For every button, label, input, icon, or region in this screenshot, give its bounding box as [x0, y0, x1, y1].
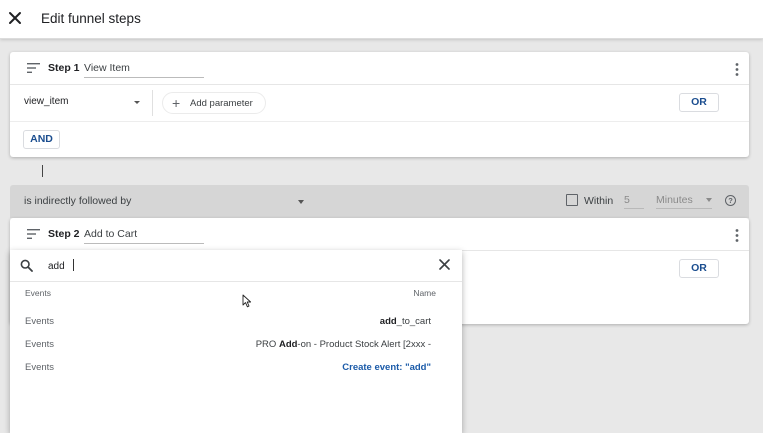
- step-1-header: Step 1 View Item: [10, 52, 749, 85]
- event-search-dropdown: Events Name Events add_to_cart Events PR…: [10, 250, 462, 433]
- dialog-header: Edit funnel steps: [0, 0, 763, 39]
- event-type: Events: [25, 316, 55, 327]
- within-value-input[interactable]: 5: [624, 194, 644, 209]
- event-type: Events: [25, 362, 55, 373]
- search-icon: [20, 259, 33, 272]
- time-unit-value: Minutes: [656, 194, 693, 206]
- dialog-title: Edit funnel steps: [41, 11, 141, 26]
- drag-lines-icon[interactable]: [27, 228, 40, 240]
- create-event-link: Create event: "add": [342, 362, 431, 373]
- event-search-input[interactable]: [48, 259, 428, 273]
- divider: [10, 281, 462, 282]
- column-header-name: Name: [413, 288, 436, 298]
- event-option[interactable]: Events PRO Add-on - Product Stock Alert …: [10, 334, 462, 356]
- text-cursor: [73, 259, 74, 271]
- event-name: add_to_cart: [379, 316, 431, 327]
- divider: [10, 121, 749, 122]
- event-select[interactable]: view_item: [24, 96, 144, 112]
- time-unit-select[interactable]: Minutes: [656, 194, 712, 209]
- chevron-down-icon: [298, 200, 304, 204]
- plus-icon: +: [172, 95, 181, 111]
- event-select-value: view_item: [24, 96, 69, 107]
- or-button[interactable]: OR: [679, 259, 719, 278]
- more-options-icon[interactable]: [735, 63, 739, 76]
- event-type: Events: [25, 339, 55, 350]
- step-2-name-input[interactable]: Add to Cart: [84, 228, 204, 244]
- column-header-type: Events: [25, 288, 51, 298]
- or-button[interactable]: OR: [679, 93, 719, 112]
- help-icon[interactable]: ?: [725, 195, 736, 206]
- create-event-option[interactable]: Events Create event: "add": [10, 357, 462, 379]
- step-2-header: Step 2 Add to Cart: [10, 218, 749, 251]
- add-parameter-label: Add parameter: [190, 98, 253, 109]
- divider: [152, 90, 153, 116]
- mouse-pointer-icon: [242, 294, 252, 308]
- drag-lines-icon[interactable]: [27, 62, 40, 74]
- step-2-label: Step 2: [48, 228, 80, 240]
- step-1-label: Step 1: [48, 62, 80, 74]
- clear-icon[interactable]: [439, 259, 450, 270]
- and-button[interactable]: AND: [23, 130, 60, 149]
- add-parameter-button[interactable]: + Add parameter: [162, 92, 266, 114]
- step-connector: is indirectly followed by Within 5 Minut…: [10, 185, 749, 218]
- more-options-icon[interactable]: [735, 229, 739, 242]
- step-1-card: Step 1 View Item view_item + Add paramet…: [10, 52, 749, 157]
- step-1-name-input[interactable]: View Item: [84, 62, 204, 78]
- within-checkbox[interactable]: [566, 194, 578, 206]
- within-label: Within: [584, 195, 614, 207]
- chevron-down-icon: [706, 198, 712, 202]
- text-cursor: [42, 165, 43, 177]
- chevron-down-icon: [134, 101, 140, 104]
- close-icon[interactable]: [6, 9, 24, 27]
- event-name: PRO Add-on - Product Stock Alert [2xxx -: [255, 339, 431, 350]
- relation-select[interactable]: is indirectly followed by: [24, 195, 304, 211]
- event-option[interactable]: Events add_to_cart: [10, 311, 462, 333]
- relation-select-value: is indirectly followed by: [24, 195, 132, 207]
